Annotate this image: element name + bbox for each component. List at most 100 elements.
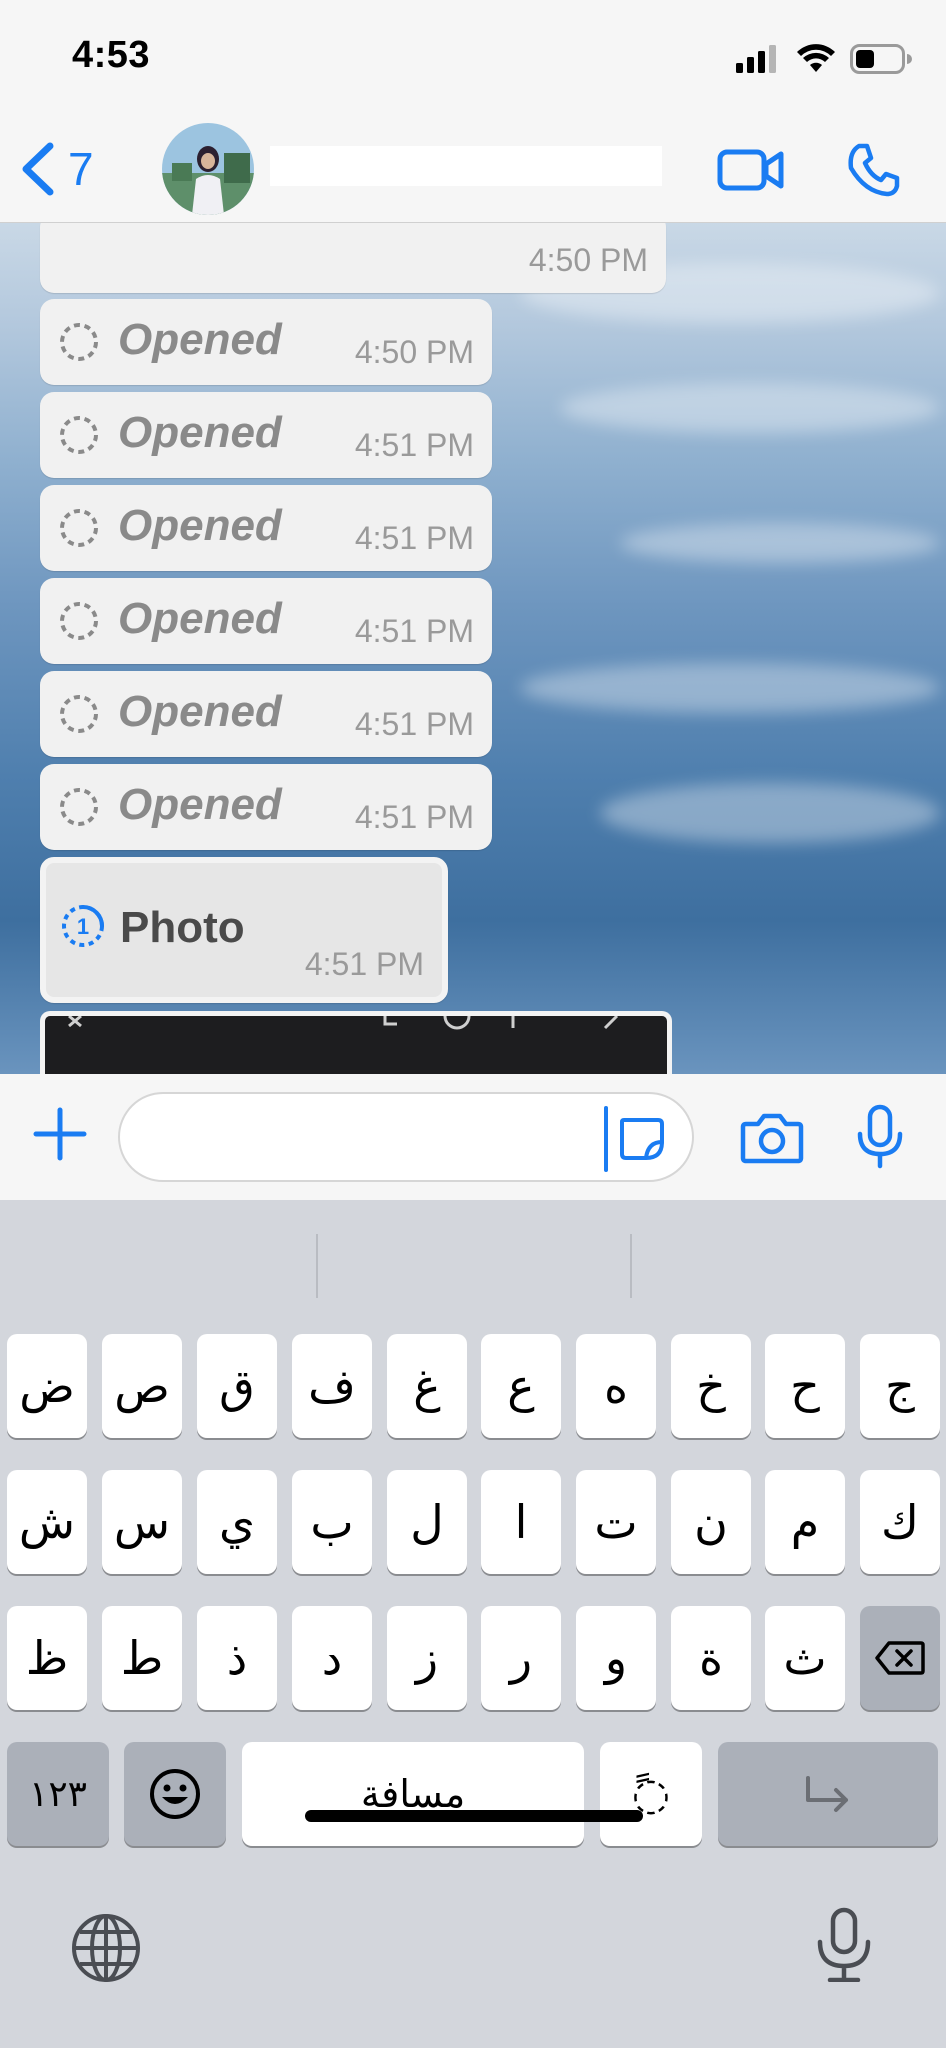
media-toolbar-icons bbox=[68, 1014, 619, 1030]
message-time: 4:51 PM bbox=[354, 520, 474, 556]
chat-header: 7 bbox=[0, 115, 946, 223]
emoji-key[interactable] bbox=[124, 1742, 226, 1846]
opened-message-bubble[interactable]: Opened 4:50 PM bbox=[40, 299, 492, 385]
key[interactable]: ا bbox=[481, 1470, 561, 1574]
key[interactable]: ك bbox=[860, 1470, 940, 1574]
globe-icon[interactable] bbox=[68, 1910, 144, 1986]
opened-label: Opened bbox=[118, 408, 282, 457]
key[interactable]: ض bbox=[7, 1334, 87, 1438]
photo-label: Photo bbox=[120, 903, 245, 952]
battery-icon bbox=[850, 44, 912, 74]
space-key[interactable]: مسافة bbox=[242, 1742, 584, 1846]
status-bar: 4:53 bbox=[0, 0, 946, 115]
key[interactable]: د bbox=[292, 1606, 372, 1710]
view-once-opened-icon bbox=[60, 509, 98, 547]
message-time: 4:51 PM bbox=[304, 946, 424, 982]
key[interactable]: ط bbox=[102, 1606, 182, 1710]
key[interactable]: ث bbox=[765, 1606, 845, 1710]
back-button[interactable]: 7 bbox=[18, 137, 94, 201]
message-input-bar bbox=[0, 1074, 946, 1200]
message-bubble[interactable]: 4:50 PM bbox=[40, 223, 666, 293]
message-time: 4:51 PM bbox=[354, 706, 474, 742]
wallpaper-wave bbox=[520, 663, 940, 713]
chat-area[interactable]: 4:50 PM Opened 4:50 PM Opened 4:51 PM Op… bbox=[0, 223, 946, 1074]
key[interactable]: ي bbox=[197, 1470, 277, 1574]
opened-message-bubble[interactable]: Opened 4:51 PM bbox=[40, 764, 492, 850]
opened-message-bubble[interactable]: Opened 4:51 PM bbox=[40, 578, 492, 664]
key[interactable]: ع bbox=[481, 1334, 561, 1438]
arabic-keyboard: ض ص ق ف غ ع ه خ ح ج ش س ي ب ل ا ت ن م ك … bbox=[0, 1200, 946, 2048]
return-arrow-icon bbox=[806, 1776, 848, 1812]
key[interactable]: ه bbox=[576, 1334, 656, 1438]
unread-count: 7 bbox=[68, 143, 94, 195]
voice-message-button[interactable] bbox=[852, 1104, 908, 1170]
key[interactable]: ج bbox=[860, 1334, 940, 1438]
message-time: 4:50 PM bbox=[354, 334, 474, 370]
key[interactable]: ظ bbox=[7, 1606, 87, 1710]
wallpaper-wave bbox=[620, 523, 940, 563]
key[interactable]: خ bbox=[671, 1334, 751, 1438]
opened-label: Opened bbox=[118, 594, 282, 643]
attach-plus-button[interactable] bbox=[30, 1104, 90, 1164]
key[interactable]: ف bbox=[292, 1334, 372, 1438]
backspace-icon bbox=[875, 1641, 925, 1675]
diacritics-key[interactable]: ً◌ bbox=[600, 1742, 702, 1846]
view-once-icon: 1 bbox=[62, 905, 104, 947]
key[interactable]: ذ bbox=[197, 1606, 277, 1710]
key[interactable]: ر bbox=[481, 1606, 561, 1710]
key[interactable]: ز bbox=[387, 1606, 467, 1710]
key[interactable]: ت bbox=[576, 1470, 656, 1574]
view-once-opened-icon bbox=[60, 416, 98, 454]
camera-button[interactable] bbox=[740, 1112, 804, 1164]
key[interactable]: ص bbox=[102, 1334, 182, 1438]
media-preview-strip[interactable] bbox=[40, 1011, 672, 1074]
opened-label: Opened bbox=[118, 315, 282, 364]
wifi-icon bbox=[797, 44, 835, 72]
numbers-key[interactable]: ١٢٣ bbox=[7, 1742, 109, 1846]
key[interactable]: ق bbox=[197, 1334, 277, 1438]
opened-label: Opened bbox=[118, 780, 282, 829]
view-once-photo-bubble[interactable]: 1 Photo 4:51 PM bbox=[40, 857, 448, 1003]
suggestion-divider bbox=[316, 1234, 318, 1298]
opened-message-bubble[interactable]: Opened 4:51 PM bbox=[40, 671, 492, 757]
opened-message-bubble[interactable]: Opened 4:51 PM bbox=[40, 392, 492, 478]
home-indicator[interactable] bbox=[305, 1810, 643, 1822]
opened-label: Opened bbox=[118, 501, 282, 550]
key[interactable]: م bbox=[765, 1470, 845, 1574]
contact-avatar[interactable] bbox=[162, 123, 254, 215]
key[interactable]: ل bbox=[387, 1470, 467, 1574]
key[interactable]: غ bbox=[387, 1334, 467, 1438]
key[interactable]: ح bbox=[765, 1334, 845, 1438]
key[interactable]: و bbox=[576, 1606, 656, 1710]
status-icons bbox=[736, 42, 912, 76]
view-once-opened-icon bbox=[60, 323, 98, 361]
video-call-button[interactable] bbox=[716, 137, 786, 203]
voice-call-button[interactable] bbox=[838, 137, 908, 203]
backspace-key[interactable] bbox=[860, 1606, 940, 1710]
sticker-icon[interactable] bbox=[616, 1114, 666, 1164]
cellular-signal-icon bbox=[736, 45, 776, 73]
message-time: 4:50 PM bbox=[528, 242, 648, 278]
key[interactable]: س bbox=[102, 1470, 182, 1574]
view-once-opened-icon bbox=[60, 695, 98, 733]
message-time: 4:51 PM bbox=[354, 799, 474, 835]
opened-message-bubble[interactable]: Opened 4:51 PM bbox=[40, 485, 492, 571]
phone-icon bbox=[848, 143, 900, 197]
emoji-icon bbox=[150, 1769, 200, 1819]
message-time: 4:51 PM bbox=[354, 427, 474, 463]
message-input[interactable] bbox=[118, 1092, 694, 1182]
return-key[interactable] bbox=[718, 1742, 938, 1846]
suggestion-divider bbox=[630, 1234, 632, 1298]
view-once-opened-icon bbox=[60, 788, 98, 826]
svg-text:1: 1 bbox=[77, 914, 89, 939]
chevron-left-icon bbox=[22, 142, 54, 196]
dictation-mic-icon[interactable] bbox=[806, 1906, 882, 1982]
key[interactable]: ة bbox=[671, 1606, 751, 1710]
key[interactable]: ش bbox=[7, 1470, 87, 1574]
key[interactable]: ن bbox=[671, 1470, 751, 1574]
status-time: 4:53 bbox=[72, 34, 151, 76]
contact-name-redacted[interactable] bbox=[270, 146, 662, 186]
wallpaper-wave bbox=[560, 383, 940, 433]
message-time: 4:51 PM bbox=[354, 613, 474, 649]
key[interactable]: ب bbox=[292, 1470, 372, 1574]
